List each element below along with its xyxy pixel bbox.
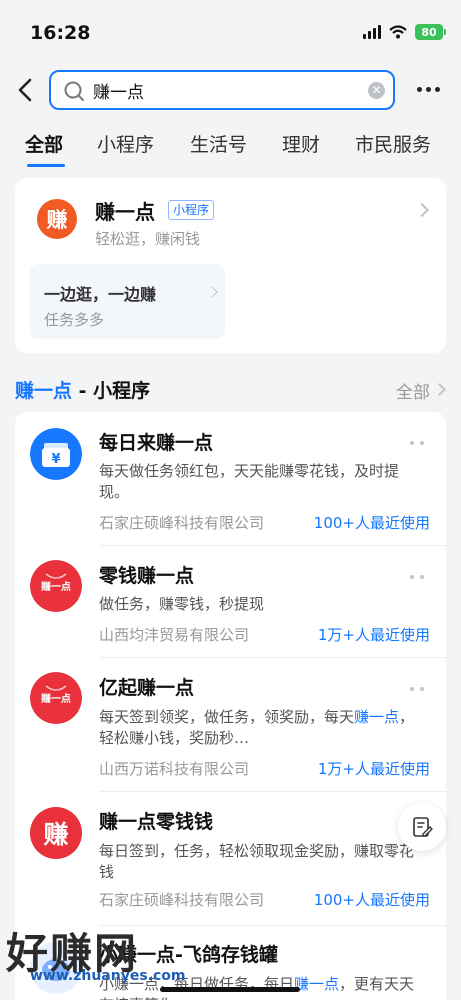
item-company: 山西万诺科技有限公司 (99, 760, 250, 778)
chevron-right-icon[interactable] (433, 383, 446, 396)
item-title: 亿起赚一点 (99, 677, 195, 699)
item-title: 赚一点零钱钱 (99, 811, 214, 833)
mini-program-list: ¥ 每日来赚一点 每天做任务领红包，天天能赚零花钱，及时提现。 石家庄硕峰科技有… (15, 412, 446, 1000)
status-bar: 16:28 80 (0, 0, 461, 62)
signal-icon (363, 25, 381, 39)
clear-icon[interactable]: ✕ (368, 82, 385, 99)
item-description: 做任务，赚零钱，秒提现 (99, 595, 265, 613)
section-header: 赚一点 - 小程序 全部 (15, 374, 446, 404)
item-usage: 1万+人最近使用 (317, 626, 430, 644)
service-entry[interactable]: 一边逛，一边赚 任务多多 (30, 264, 225, 339)
search-input[interactable] (93, 77, 363, 103)
tab-mini-program[interactable]: 小程序 (97, 130, 154, 157)
item-usage: 100+人最近使用 (313, 514, 430, 532)
app-logo: 赚 (37, 199, 77, 239)
tab-finance[interactable]: 理财 (282, 130, 320, 157)
edit-note-icon (413, 817, 433, 837)
battery-icon: 80 (415, 24, 446, 40)
svg-text:¥: ¥ (51, 452, 60, 467)
item-description: 每日签到，任务，轻松领取现金奖励，赚取零花钱 (99, 842, 415, 881)
tab-all[interactable]: 全部 (25, 130, 63, 157)
list-item[interactable]: 赚一点 亿起赚一点 每天签到领奖，做任务，领奖励，每天赚一点，轻松赚小钱，奖励秒… (15, 658, 446, 792)
more-dots-icon[interactable] (410, 575, 424, 581)
category-tabs: 全部 小程序 生活号 理财 市民服务 (0, 126, 461, 170)
watermark-url: www.zhuanyes.com (30, 968, 186, 984)
search-icon (64, 81, 84, 101)
list-item[interactable]: 赚 赚一点零钱钱 每日签到，任务，轻松领取现金奖励，赚取零花钱 石家庄硕峰科技有… (15, 792, 446, 926)
chevron-right-icon (414, 202, 430, 218)
app-subtitle: 轻松逛，赚闲钱 (95, 230, 201, 248)
home-indicator (160, 987, 300, 992)
wallet-icon: ¥ (30, 428, 82, 480)
active-tab-indicator (27, 164, 65, 167)
item-company: 石家庄硕峰科技有限公司 (99, 891, 265, 909)
app-title: 赚一点 (95, 200, 155, 224)
item-title: 零钱赚一点 (99, 565, 195, 587)
more-dots-icon[interactable] (410, 687, 424, 693)
item-company: 山西均沣贸易有限公司 (99, 626, 250, 644)
more-options-icon[interactable] (412, 78, 444, 100)
search-row: ✕ (0, 70, 461, 110)
zhuanyidian-logo-icon: 赚一点 (30, 560, 82, 612)
tab-life-account[interactable]: 生活号 (190, 130, 247, 157)
wifi-icon (389, 25, 407, 39)
item-usage: 100+人最近使用 (313, 891, 430, 909)
service-title: 一边逛，一边赚 (44, 285, 157, 304)
zhuanyidian-logo-icon: 赚一点 (30, 672, 82, 724)
view-all-link[interactable]: 全部 (396, 378, 430, 403)
item-company: 石家庄硕峰科技有限公司 (99, 514, 265, 532)
item-description: 每天做任务领红包，天天能赚零花钱，及时提现。 (99, 462, 400, 501)
list-item[interactable]: ¥ 每日来赚一点 每天做任务领红包，天天能赚零花钱，及时提现。 石家庄硕峰科技有… (15, 412, 446, 546)
status-time: 16:28 (30, 22, 91, 44)
svg-text:赚一点: 赚一点 (40, 692, 71, 705)
more-dots-icon[interactable] (410, 441, 424, 447)
item-usage: 1万+人最近使用 (317, 760, 430, 778)
chevron-right-icon (206, 286, 218, 298)
mini-program-badge: 小程序 (168, 200, 215, 220)
service-subtitle: 任务多多 (44, 311, 105, 329)
item-description: 每天签到领奖，做任务，领奖励，每天赚一点，轻松赚小钱，奖励秒… (99, 708, 415, 747)
app-logo: 赚 (30, 807, 82, 859)
back-icon[interactable] (14, 76, 38, 104)
section-title: 赚一点 - 小程序 (15, 380, 151, 402)
tab-citizen-service[interactable]: 市民服务 (355, 130, 431, 157)
status-icons: 80 (363, 24, 446, 40)
feedback-button[interactable] (398, 803, 446, 851)
top-result-card[interactable]: 赚 赚一点 小程序 轻松逛，赚闲钱 一边逛，一边赚 任务多多 (15, 178, 446, 353)
item-title: 每日来赚一点 (99, 432, 214, 454)
svg-text:赚一点: 赚一点 (40, 580, 71, 593)
search-box[interactable]: ✕ (49, 70, 395, 110)
list-item[interactable]: 赚一点 零钱赚一点 做任务，赚零钱，秒提现 山西均沣贸易有限公司 1万+人最近使… (15, 546, 446, 658)
